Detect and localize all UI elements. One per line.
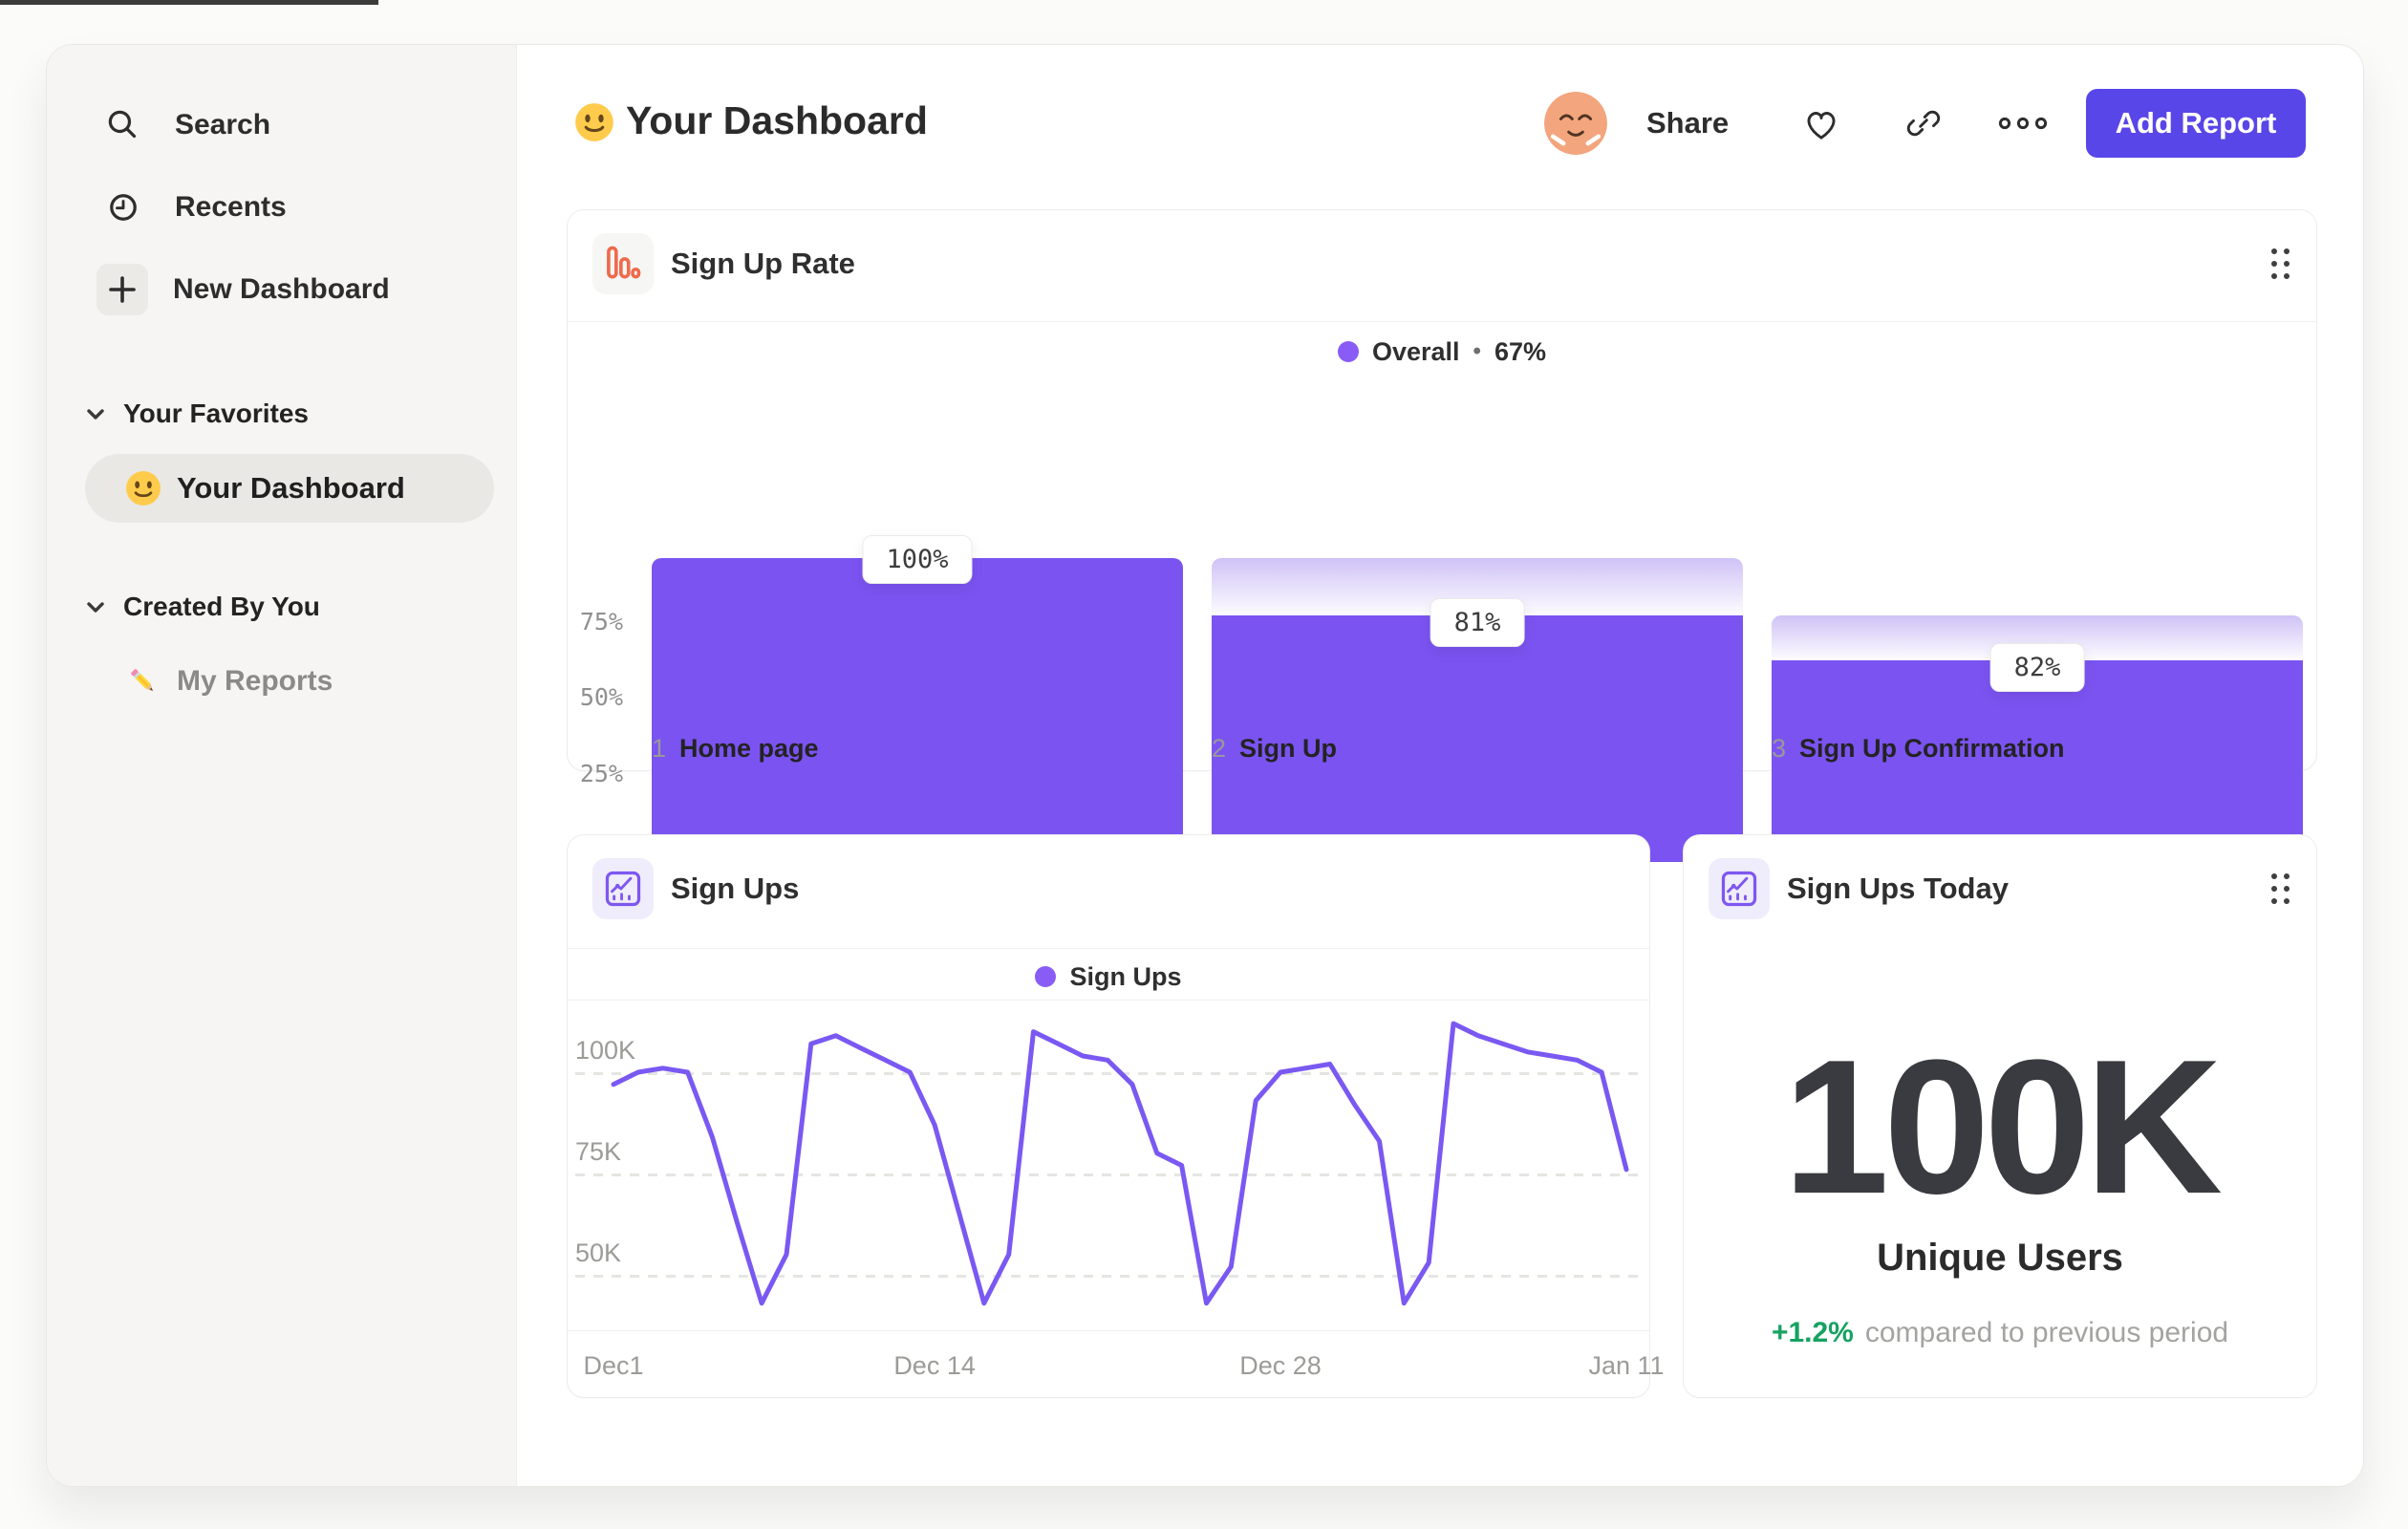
funnel-bar[interactable] bbox=[652, 558, 1183, 862]
sign-ups-line-series[interactable] bbox=[568, 1000, 1651, 1330]
search-icon bbox=[97, 98, 150, 152]
sidebar-section-your-favorites[interactable]: Your Favorites bbox=[83, 385, 309, 442]
chevron-down-icon bbox=[83, 401, 108, 426]
clock-icon bbox=[97, 181, 150, 234]
funnel-step-label: 3 Sign Up Confirmation bbox=[1772, 734, 2065, 764]
x-axis-labels: Dec1 Dec 14 Dec 28 Jan 11 bbox=[568, 1351, 1664, 1389]
copy-link-icon[interactable] bbox=[1903, 102, 1945, 144]
sidebar-item-recents[interactable]: Recents bbox=[97, 177, 287, 238]
funnel-chart: 75%50%25%0%100%1Home page81%2Sign Up82%3… bbox=[568, 363, 2316, 863]
bar-chart-icon bbox=[592, 233, 654, 294]
step-name: Home page bbox=[679, 734, 819, 763]
conversion-badge: 82% bbox=[1989, 642, 2085, 692]
funnel-step-label: 1 Home page bbox=[652, 734, 819, 764]
y-axis-tick-label: 25% bbox=[579, 759, 623, 787]
step-number: 1 bbox=[652, 734, 667, 763]
x-axis-tick-label: Dec 28 bbox=[1239, 1351, 1322, 1380]
sign-ups-card: Sign Ups Sign Ups 100K 75K 50K Dec1 Dec 14 D… bbox=[567, 834, 1665, 1398]
line-chart[interactable]: 100K 75K 50K bbox=[568, 1000, 1651, 1330]
app-window: Search Recents New Dashboard Your Favori… bbox=[46, 44, 2364, 1487]
kpi-value: 100K bbox=[1782, 1021, 2223, 1234]
conversion-badge: 100% bbox=[862, 535, 973, 584]
sidebar: Search Recents New Dashboard Your Favori… bbox=[47, 45, 517, 1486]
sidebar-section-created-by-you[interactable]: Created By You bbox=[83, 578, 320, 635]
sidebar-item-search[interactable]: Search bbox=[97, 95, 270, 156]
line-chart-icon bbox=[592, 858, 654, 919]
sidebar-item-your-dashboard[interactable]: Your Dashboard bbox=[85, 454, 494, 523]
card-divider bbox=[568, 948, 1649, 949]
favorite-heart-icon[interactable] bbox=[1798, 100, 1844, 146]
sidebar-item-label: New Dashboard bbox=[173, 273, 390, 305]
y-axis-tick-label: 75% bbox=[579, 607, 623, 635]
section-title: Created By You bbox=[123, 592, 320, 621]
chevron-down-icon bbox=[83, 594, 108, 619]
sidebar-item-label: Your Dashboard bbox=[177, 471, 405, 505]
drag-handle-icon[interactable] bbox=[2271, 248, 2290, 279]
plus-icon bbox=[97, 264, 148, 315]
drag-handle-icon[interactable] bbox=[2271, 873, 2290, 904]
more-options-icon[interactable] bbox=[1996, 110, 2050, 137]
legend-label: Overall bbox=[1371, 336, 1460, 366]
step-number: 3 bbox=[1772, 734, 1787, 763]
funnel-step-label: 2 Sign Up bbox=[1212, 734, 1337, 764]
legend-dot-icon bbox=[1337, 341, 1359, 362]
conversion-badge: 81% bbox=[1430, 598, 1525, 648]
page-title: Your Dashboard bbox=[626, 98, 928, 142]
card-title: Sign Ups Today bbox=[1787, 872, 2009, 905]
dashboard-title-emoji-icon bbox=[574, 102, 614, 142]
sign-ups-today-card: Sign Ups Today 100K Unique Users +1.2% c… bbox=[1683, 834, 2317, 1398]
kpi-caption: Unique Users bbox=[1877, 1237, 2123, 1279]
kpi-delta: +1.2% bbox=[1771, 1317, 1854, 1348]
x-axis-tick-label: Dec 14 bbox=[893, 1351, 976, 1380]
legend-dot-icon bbox=[1035, 966, 1057, 987]
sidebar-item-my-reports[interactable]: My Reports bbox=[125, 649, 333, 714]
legend-separator: • bbox=[1473, 338, 1481, 364]
x-axis-line bbox=[568, 1330, 1649, 1331]
section-title: Your Favorites bbox=[123, 398, 309, 428]
smiley-emoji-icon bbox=[125, 470, 161, 506]
user-avatar[interactable] bbox=[1544, 92, 1607, 155]
legend-label: Sign Ups bbox=[1069, 961, 1182, 991]
sidebar-item-label: My Reports bbox=[177, 665, 333, 697]
sidebar-item-label: Recents bbox=[175, 191, 287, 223]
sign-up-rate-card: Sign Up Rate Overall • 67% 75%50%25%0%10… bbox=[567, 209, 2317, 863]
step-name: Sign Up Confirmation bbox=[1799, 734, 2065, 763]
x-axis-tick-label: Dec1 bbox=[583, 1351, 644, 1380]
legend-value: 67% bbox=[1494, 336, 1546, 366]
y-axis-tick-label: 50% bbox=[579, 683, 623, 711]
line-chart-icon bbox=[1709, 858, 1770, 919]
card-divider bbox=[568, 321, 2316, 322]
sidebar-item-new-dashboard[interactable]: New Dashboard bbox=[97, 259, 390, 320]
share-button[interactable]: Share bbox=[1646, 106, 1729, 140]
line-legend[interactable]: Sign Ups bbox=[568, 956, 1649, 998]
kpi-delta-note: compared to previous period bbox=[1864, 1317, 2229, 1348]
step-number: 2 bbox=[1212, 734, 1227, 763]
pencil-emoji-icon bbox=[125, 663, 161, 700]
step-name: Sign Up bbox=[1239, 734, 1338, 763]
window-edge-artifact bbox=[0, 0, 378, 5]
sidebar-item-label: Search bbox=[175, 109, 271, 140]
kpi-delta-row: +1.2% compared to previous period bbox=[1684, 1317, 2316, 1349]
card-title: Sign Up Rate bbox=[671, 247, 855, 280]
x-axis-tick-label: Jan 11 bbox=[1588, 1351, 1665, 1380]
add-report-button[interactable]: Add Report bbox=[2086, 89, 2306, 158]
card-title: Sign Ups bbox=[671, 872, 800, 905]
